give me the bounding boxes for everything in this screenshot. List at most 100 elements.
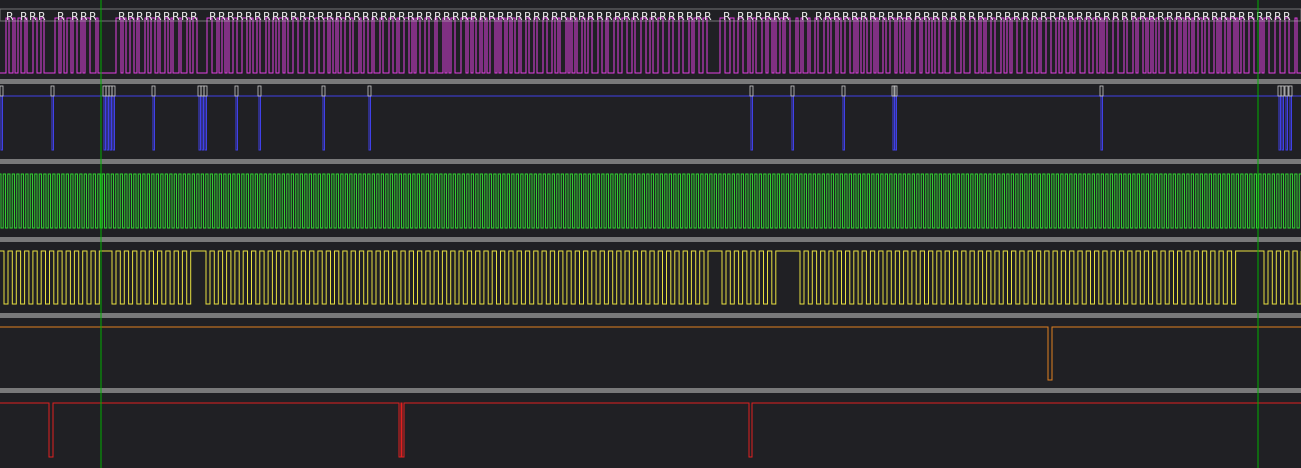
- annotation-label: R: [1202, 10, 1210, 23]
- logic-analyzer-waveform-view[interactable]: RRRRRRRRRRRRRRRRRRRRRRRRRRRRRRRRRRRRRRRR…: [0, 0, 1301, 468]
- annotation-label: R: [524, 10, 532, 23]
- annotation-label: R: [1094, 10, 1102, 23]
- annotation-label: R: [1238, 10, 1246, 23]
- channel-6-red[interactable]: [0, 402, 1301, 458]
- annotation-label: R: [1067, 10, 1075, 23]
- annotation-label: R: [290, 10, 298, 23]
- annotation-label: R: [227, 10, 235, 23]
- edge-marker: [111, 85, 116, 97]
- annotation-label: R: [878, 10, 886, 23]
- annotation-label: R: [181, 10, 189, 23]
- annotation-label: R: [362, 10, 370, 23]
- annotation-label: R: [977, 10, 985, 23]
- annotation-label: R: [1022, 10, 1030, 23]
- annotation-label: R: [1283, 10, 1291, 23]
- annotation-label: R: [1247, 10, 1255, 23]
- annotation-label: R: [1229, 10, 1237, 23]
- channel-4-yellow[interactable]: [0, 250, 1301, 305]
- annotation-label: R: [1112, 10, 1120, 23]
- annotation-label: R: [443, 10, 451, 23]
- annotation-label: R: [1076, 10, 1084, 23]
- annotation-label: R: [344, 10, 352, 23]
- waveform-canvas[interactable]: RRRRRRRRRRRRRRRRRRRRRRRRRRRRRRRRRRRRRRRR…: [0, 0, 1301, 468]
- channel-5-orange[interactable]: [0, 326, 1301, 381]
- annotation-label: R: [515, 10, 523, 23]
- annotation-label: R: [145, 10, 153, 23]
- annotation-label: R: [695, 10, 703, 23]
- annotation-label: R: [587, 10, 595, 23]
- annotation-label: R: [950, 10, 958, 23]
- annotation-label: R: [851, 10, 859, 23]
- signal-trace: [0, 173, 1301, 229]
- annotation-label: R: [80, 10, 88, 23]
- annotation-label: R: [461, 10, 469, 23]
- lane-separator: [0, 159, 1301, 164]
- signal-trace: [0, 17, 1301, 74]
- annotation-label: R: [389, 10, 397, 23]
- annotation-label: R: [887, 10, 895, 23]
- signal-trace: [0, 326, 1301, 381]
- annotation-label: R: [941, 10, 949, 23]
- annotation-label: R: [605, 10, 613, 23]
- annotation-label: R: [723, 10, 731, 23]
- annotation-label: R: [425, 10, 433, 23]
- annotation-row: RRRRRRRRRRRRRRRRRRRRRRRRRRRRRRRRRRRRRRRR…: [0, 8, 1301, 23]
- annotation-label: R: [380, 10, 388, 23]
- annotation-label: R: [1211, 10, 1219, 23]
- annotation-label: R: [995, 10, 1003, 23]
- annotation-label: R: [569, 10, 577, 23]
- annotation-label: R: [1004, 10, 1012, 23]
- annotation-label: R: [434, 10, 442, 23]
- annotation-label: R: [959, 10, 967, 23]
- annotation-label: R: [914, 10, 922, 23]
- annotation-label: R: [1265, 10, 1273, 23]
- annotation-label: R: [641, 10, 649, 23]
- lane-separator: [0, 313, 1301, 318]
- annotation-label: R: [551, 10, 559, 23]
- signal-trace: [0, 95, 1301, 151]
- annotation-label: R: [932, 10, 940, 23]
- annotation-label: R: [172, 10, 180, 23]
- annotation-label: R: [29, 10, 37, 23]
- annotation-label: R: [154, 10, 162, 23]
- edge-marker: [790, 85, 795, 97]
- annotation-label: R: [89, 10, 97, 23]
- annotation-label: R: [782, 10, 790, 23]
- channel-1-magenta[interactable]: RRRRRRRRRRRRRRRRRRRRRRRRRRRRRRRRRRRRRRRR…: [0, 8, 1301, 74]
- annotation-label: R: [824, 10, 832, 23]
- annotation-label: R: [299, 10, 307, 23]
- annotation-label: R: [650, 10, 658, 23]
- annotation-label: R: [746, 10, 754, 23]
- annotation-label: R: [136, 10, 144, 23]
- annotation-label: R: [737, 10, 745, 23]
- channel-2-blue[interactable]: [0, 85, 1301, 151]
- edge-marker: [367, 85, 372, 97]
- annotation-label: R: [704, 10, 712, 23]
- edge-marker: [841, 85, 846, 97]
- edge-marker: [234, 85, 239, 97]
- edge-marker: [200, 85, 205, 97]
- annotation-label: R: [1175, 10, 1183, 23]
- edge-marker: [50, 85, 55, 97]
- annotation-label: R: [968, 10, 976, 23]
- annotation-label: R: [488, 10, 496, 23]
- annotation-label: R: [335, 10, 343, 23]
- annotation-label: R: [326, 10, 334, 23]
- edge-marker: [203, 85, 208, 97]
- channel-3-green[interactable]: [0, 173, 1301, 229]
- annotation-label: R: [163, 10, 171, 23]
- edge-marker: [1099, 85, 1104, 97]
- edge-marker: [321, 85, 326, 97]
- signal-trace: [0, 250, 1301, 305]
- annotation-label: R: [38, 10, 46, 23]
- edge-marker: [257, 85, 262, 97]
- annotation-label: R: [353, 10, 361, 23]
- annotation-label: R: [263, 10, 271, 23]
- edge-marker: [151, 85, 156, 97]
- edge-marker: [749, 85, 754, 97]
- edge-marker: [105, 85, 110, 97]
- annotation-label: R: [452, 10, 460, 23]
- annotation-label: R: [533, 10, 541, 23]
- annotation-label: R: [801, 10, 809, 23]
- annotation-label: R: [842, 10, 850, 23]
